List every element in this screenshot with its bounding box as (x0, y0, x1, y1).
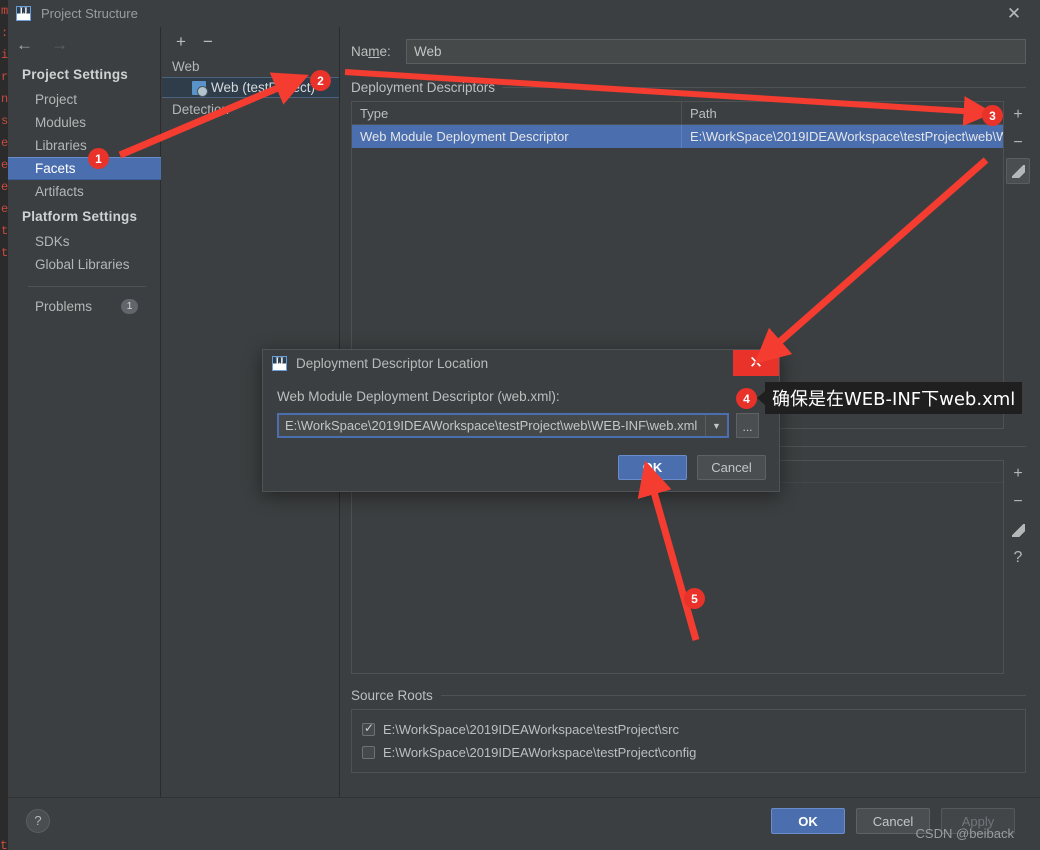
ok-button[interactable]: OK (771, 808, 845, 834)
dialog-titlebar: IJ Deployment Descriptor Location (263, 350, 779, 377)
source-roots-title: Source Roots (351, 688, 433, 703)
pencil-icon (1011, 164, 1025, 178)
edit-descriptor-icon[interactable] (1006, 158, 1030, 184)
add-descriptor-icon[interactable]: + (1006, 102, 1030, 128)
facet-name-input[interactable] (406, 39, 1026, 64)
deployment-root-side-toolbar: + − ? (1005, 461, 1031, 571)
intellij-logo-icon: IJ (16, 6, 31, 21)
sidebar-item-problems-label: Problems (35, 299, 93, 314)
window-bottom-bar: ? OK Cancel Apply CSDN @beiback (8, 797, 1040, 850)
facets-toolbar: + − (162, 27, 339, 55)
watermark-text: CSDN @beiback (915, 826, 1014, 841)
back-arrow-icon[interactable]: ← (16, 36, 33, 53)
sidebar-item-problems[interactable]: Problems 1 (8, 295, 160, 318)
table-row[interactable]: Web Module Deployment Descriptor E:\Work… (352, 125, 1003, 148)
source-root-path: E:\WorkSpace\2019IDEAWorkspace\testProje… (383, 722, 679, 737)
name-row: Name: (341, 27, 1040, 64)
dialog-title: Deployment Descriptor Location (296, 356, 489, 371)
remove-root-icon[interactable]: − (1006, 489, 1030, 515)
column-header-path[interactable]: Path (682, 102, 1003, 124)
sidebar-nav: ← → (8, 27, 160, 61)
deployment-root-table: E:\WorkSpace\2019IDEAWorkspace\testProje… (351, 460, 1025, 674)
help-root-icon[interactable]: ? (1006, 545, 1030, 571)
dialog-field-row: ▼ ... (263, 404, 779, 438)
annotation-marker-1: 1 (88, 148, 109, 169)
pencil-icon (1011, 523, 1025, 537)
add-root-icon[interactable]: + (1006, 461, 1030, 487)
annotation-marker-5: 5 (684, 588, 705, 609)
add-facet-icon[interactable]: + (176, 33, 186, 50)
header-rule (503, 87, 1026, 88)
table-header-row: Type Path (352, 102, 1003, 125)
forward-arrow-icon[interactable]: → (51, 36, 68, 53)
dialog-ok-button[interactable]: OK (618, 455, 687, 480)
help-icon[interactable]: ? (26, 809, 50, 833)
sidebar-divider (28, 286, 146, 287)
annotation-note: 确保是在WEB-INF下web.xml (756, 382, 1023, 414)
deployment-descriptors-title: Deployment Descriptors (351, 80, 496, 95)
web-facet-icon (192, 80, 208, 97)
sidebar-item-project[interactable]: Project (8, 88, 160, 111)
header-rule (440, 695, 1026, 696)
sidebar-item-global-libraries[interactable]: Global Libraries (8, 253, 160, 276)
sidebar-item-facets[interactable]: Facets (8, 157, 161, 180)
dialog-field-label: Web Module Deployment Descriptor (web.xm… (277, 389, 560, 404)
source-roots-list: E:\WorkSpace\2019IDEAWorkspace\testProje… (351, 709, 1026, 773)
remove-facet-icon[interactable]: − (203, 33, 213, 50)
source-root-checkbox[interactable] (362, 721, 375, 736)
list-item[interactable]: E:\WorkSpace\2019IDEAWorkspace\testProje… (352, 741, 1025, 764)
source-roots-header: Source Roots (351, 688, 1026, 703)
deployment-descriptors-header: Deployment Descriptors (351, 80, 1026, 95)
sidebar-item-libraries[interactable]: Libraries (8, 134, 160, 157)
close-icon[interactable]: ✕ (1004, 4, 1024, 24)
chevron-down-icon[interactable]: ▼ (705, 415, 727, 436)
cell-path: E:\WorkSpace\2019IDEAWorkspace\testProje… (690, 129, 1003, 144)
sidebar-item-modules[interactable]: Modules (8, 111, 160, 134)
window-titlebar: IJ Project Structure ✕ (8, 0, 1040, 27)
source-root-checkbox[interactable] (362, 746, 375, 759)
descriptor-path-input[interactable] (279, 418, 705, 433)
sidebar-item-artifacts[interactable]: Artifacts (8, 180, 160, 203)
window-title: Project Structure (41, 6, 138, 21)
dialog-cancel-button[interactable]: Cancel (697, 455, 766, 480)
remove-descriptor-icon[interactable]: − (1006, 130, 1030, 156)
column-header-type[interactable]: Type (352, 102, 682, 124)
sidebar-item-sdks[interactable]: SDKs (8, 230, 160, 253)
problems-count-badge: 1 (121, 299, 138, 314)
dialog-buttons: OK Cancel (618, 455, 766, 480)
annotation-marker-4: 4 (736, 388, 757, 409)
browse-button[interactable]: ... (736, 413, 759, 438)
screen-root: m:irnseeeett taline.startup.Bootstrap.ma… (0, 0, 1040, 850)
descriptor-path-combo[interactable]: ▼ (277, 413, 729, 438)
cell-type: Web Module Deployment Descriptor (352, 125, 682, 148)
annotation-marker-2: 2 (310, 70, 331, 91)
sidebar-group-project-settings: Project Settings (22, 67, 128, 82)
deployment-descriptor-location-dialog: IJ Deployment Descriptor Location ✕ Web … (262, 349, 780, 492)
edit-root-icon[interactable] (1006, 517, 1030, 543)
descriptors-side-toolbar: + − (1005, 102, 1031, 184)
dialog-close-icon[interactable]: ✕ (733, 350, 779, 376)
facets-group-detection: Detection (172, 102, 230, 117)
name-label: Name: (351, 44, 391, 59)
source-root-path: E:\WorkSpace\2019IDEAWorkspace\testProje… (383, 745, 697, 760)
intellij-logo-icon: IJ (272, 356, 287, 371)
settings-sidebar: ← → Project Settings Project Modules Lib… (8, 27, 161, 797)
sidebar-group-platform-settings: Platform Settings (22, 209, 138, 224)
annotation-marker-3: 3 (982, 105, 1003, 126)
facet-item-label: Web (testProject) (211, 80, 316, 95)
list-item[interactable]: E:\WorkSpace\2019IDEAWorkspace\testProje… (352, 718, 1025, 741)
